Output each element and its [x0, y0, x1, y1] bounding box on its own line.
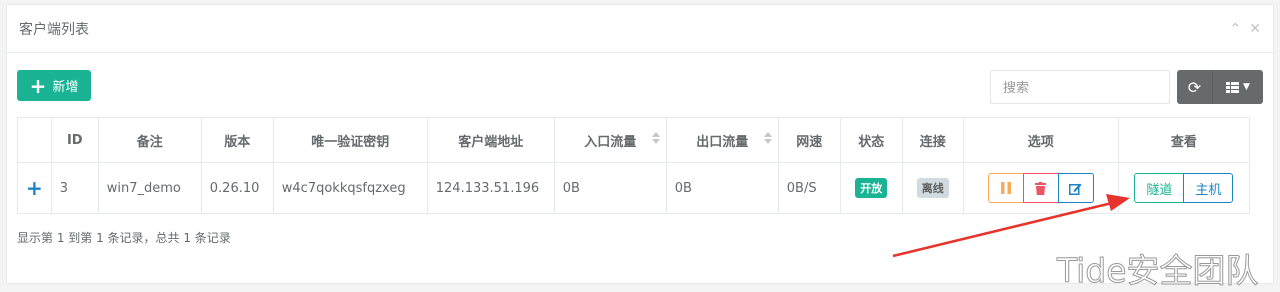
delete-button[interactable]	[1022, 173, 1059, 203]
cell-out-traffic: 0B	[665, 162, 779, 214]
add-button-label: 新增	[52, 80, 79, 95]
panel-header: 客户端列表 ⌃ ✕	[7, 5, 1273, 53]
cell-address: 124.133.51.196	[426, 162, 555, 214]
connection-badge: 离线	[916, 178, 949, 198]
col-key[interactable]: 唯一验证密钥	[272, 117, 428, 163]
cell-id: 3	[50, 162, 99, 214]
col-options: 选项	[962, 117, 1119, 163]
cell-speed: 0B/S	[777, 162, 841, 214]
cell-options	[962, 162, 1119, 214]
col-remark[interactable]: 备注	[97, 117, 202, 163]
cell-key: w4c7qokkqsfqzxeg	[272, 162, 428, 214]
refresh-icon: ⟳	[1187, 77, 1202, 97]
col-view: 查看	[1117, 117, 1251, 163]
col-address[interactable]: 客户端地址	[426, 117, 555, 163]
columns-toggle-button[interactable]: ▼	[1213, 70, 1263, 104]
collapse-icon[interactable]: ⌃	[1230, 21, 1242, 37]
trash-icon	[1035, 181, 1047, 195]
toolbar: + 新增 ⟳ ▼	[17, 70, 1263, 104]
table-tools: ⟳ ▼	[1177, 70, 1263, 104]
cell-version: 0.26.10	[200, 162, 274, 214]
status-badge: 开放	[855, 178, 888, 198]
options-button-group	[987, 173, 1094, 203]
panel-tools: ⌃ ✕	[1230, 21, 1261, 37]
edit-button[interactable]	[1057, 173, 1094, 203]
col-expand	[17, 117, 52, 163]
add-button[interactable]: + 新增	[17, 70, 91, 101]
expand-row-button[interactable]: +	[17, 162, 52, 214]
cell-status: 开放	[839, 162, 903, 214]
col-version[interactable]: 版本	[200, 117, 274, 163]
plus-icon: +	[29, 73, 47, 98]
col-status[interactable]: 状态	[839, 117, 903, 163]
refresh-button[interactable]: ⟳	[1177, 70, 1213, 104]
panel-title: 客户端列表	[19, 21, 89, 38]
col-in-traffic[interactable]: 入口流量	[553, 117, 667, 163]
cell-connection: 离线	[901, 162, 964, 214]
table-header-row: ID 备注 版本 唯一验证密钥 客户端地址 入口流量 出口流量 网速 状态 连接…	[17, 117, 1251, 163]
close-icon[interactable]: ✕	[1249, 21, 1261, 37]
col-connection[interactable]: 连接	[901, 117, 964, 163]
col-out-traffic-label: 出口流量	[696, 134, 749, 150]
col-in-traffic-label: 入口流量	[584, 134, 637, 150]
search-input[interactable]	[990, 70, 1170, 104]
tunnel-button[interactable]: 隧道	[1134, 173, 1185, 203]
cell-in-traffic: 0B	[553, 162, 667, 214]
host-button[interactable]: 主机	[1183, 173, 1234, 203]
edit-icon	[1069, 183, 1082, 195]
client-table: ID 备注 版本 唯一验证密钥 客户端地址 入口流量 出口流量 网速 状态 连接…	[17, 117, 1251, 214]
watermark: Tide安全团队	[1057, 251, 1260, 291]
sort-icon	[651, 132, 660, 144]
pagination-info: 显示第 1 到第 1 条记录，总共 1 条记录	[17, 231, 231, 245]
col-out-traffic[interactable]: 出口流量	[665, 117, 779, 163]
pause-button[interactable]	[987, 173, 1024, 203]
col-id[interactable]: ID	[50, 117, 99, 163]
view-button-group: 隧道 主机	[1134, 173, 1234, 203]
columns-icon	[1226, 81, 1240, 93]
col-speed[interactable]: 网速	[777, 117, 841, 163]
table-row: + 3 win7_demo 0.26.10 w4c7qokkqsfqzxeg 1…	[17, 162, 1251, 214]
sort-icon	[763, 132, 772, 144]
pause-icon	[1000, 182, 1011, 194]
cell-remark: win7_demo	[97, 162, 202, 214]
chevron-down-icon: ▼	[1243, 82, 1250, 92]
cell-view: 隧道 主机	[1117, 162, 1251, 214]
